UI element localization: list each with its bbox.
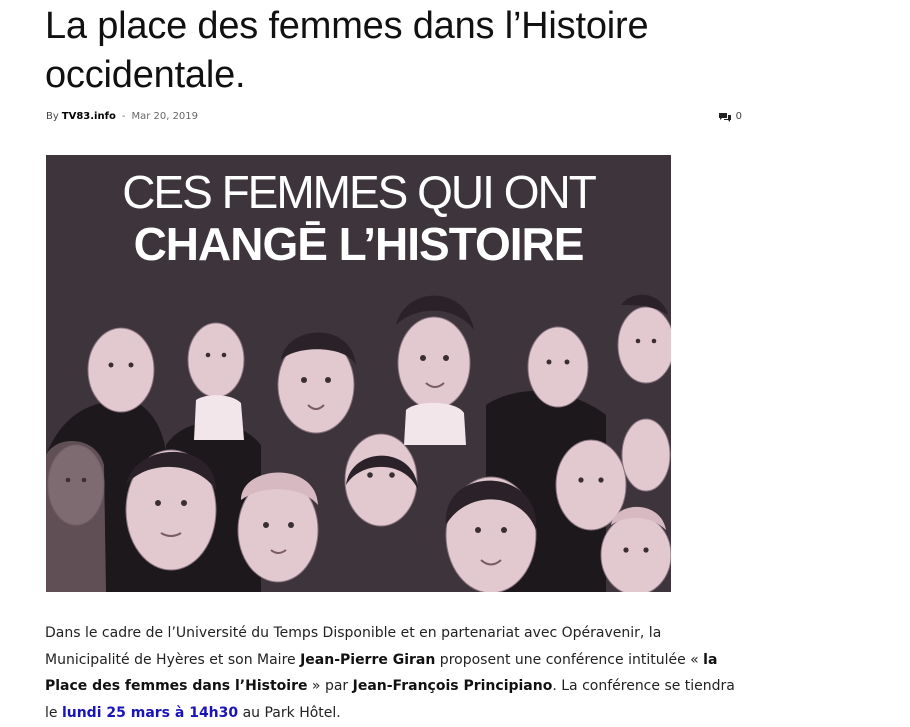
featured-image: CES FEMMES QUI ONT CHANGĒ L’HISTOIRE (46, 155, 671, 592)
event-datetime: lundi 25 mars à 14h30 (61, 704, 239, 721)
speaker-name: Jean-François Principiano (352, 678, 553, 694)
comments-link[interactable]: 0 (718, 109, 742, 125)
article-title: La place des femmes dans l’Histoire occi… (45, 5, 649, 96)
body-text-2: proposent une conférence intitulée « (435, 651, 704, 668)
mayor-name: Jean-Pierre Giran (300, 651, 436, 668)
body-text-5: au Park Hôtel. (238, 704, 341, 721)
image-title-line1: CES FEMMES QUI ONT (122, 166, 597, 218)
author-link[interactable]: TV83.info (62, 111, 116, 122)
post-meta: By TV83.info - Mar 20, 2019 0 (46, 109, 746, 125)
body-text-3: » par (307, 678, 353, 694)
meta-separator: - (121, 111, 126, 122)
article-body: Dans le cadre de l’Université du Temps D… (45, 620, 745, 726)
image-title-line2: CHANGĒ L’HISTOIRE (133, 218, 585, 270)
comments-icon (718, 112, 732, 123)
comment-count: 0 (735, 111, 742, 122)
by-label: By (46, 111, 59, 122)
post-date: Mar 20, 2019 (131, 111, 199, 122)
